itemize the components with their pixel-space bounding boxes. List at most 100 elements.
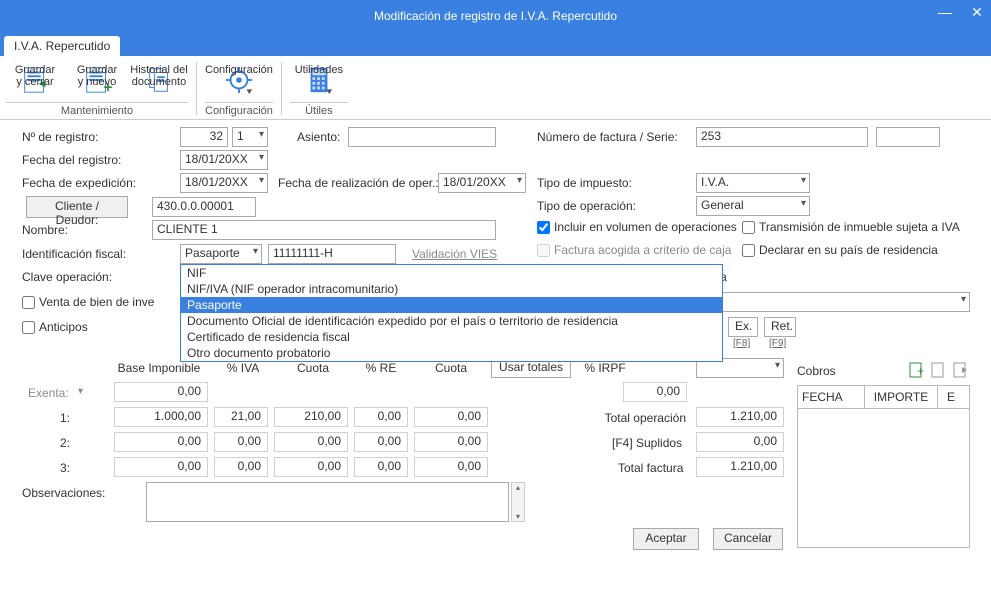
historial-label: Historial del documento xyxy=(130,64,187,88)
frealizacion-input[interactable]: 18/01/20XX xyxy=(438,173,526,193)
ribbon-group-config: Configuración xyxy=(205,102,273,117)
totfactura-value: 1.210,00 xyxy=(696,457,784,477)
tab-strip: I.V.A. Repercutido xyxy=(0,32,991,56)
r3-cuota2[interactable]: 0,00 xyxy=(414,457,488,477)
configuracion-button[interactable]: Configuración xyxy=(210,60,268,100)
cancelar-button[interactable]: Cancelar xyxy=(713,528,783,550)
observaciones-input[interactable] xyxy=(146,482,509,522)
calc-ex-button[interactable]: Ex. xyxy=(728,317,758,337)
r1-cuota2[interactable]: 0,00 xyxy=(414,407,488,427)
dropdown-opt-pasaporte[interactable]: Pasaporte xyxy=(181,297,722,313)
cobros-col-fecha[interactable]: FECHA xyxy=(798,386,865,408)
anticipos-checkbox[interactable]: Anticipos xyxy=(22,320,88,334)
r1-re[interactable]: 0,00 xyxy=(354,407,408,427)
r3-iva[interactable]: 0,00 xyxy=(214,457,268,477)
totop-value: 1.210,00 xyxy=(696,407,784,427)
nregistro-selector[interactable]: 1 xyxy=(232,127,268,147)
cliente-input[interactable]: 430.0.0.00001 xyxy=(152,197,256,217)
tab-iva-repercutido[interactable]: I.V.A. Repercutido xyxy=(4,36,120,60)
venta-bien-inv-checkbox[interactable]: Venta de bien de inve xyxy=(22,295,154,309)
ribbon-group-utiles: Útiles xyxy=(290,102,348,117)
label-observaciones: Observaciones: xyxy=(22,486,105,500)
guardar-cerrar-button[interactable]: Guardar y cerrar xyxy=(6,60,64,100)
next-doc-icon[interactable] xyxy=(952,361,970,379)
dropdown-opt-nifiva[interactable]: NIF/IVA (NIF operador intracomunitario) xyxy=(181,281,722,297)
label-fregistro: Fecha del registro: xyxy=(22,153,121,167)
tipooperacion-select[interactable]: General xyxy=(696,196,810,216)
validacion-vies-link[interactable]: Validación VIES xyxy=(412,247,497,261)
transmision-inmueble-checkbox[interactable]: Transmisión de inmueble sujeta a IVA xyxy=(742,220,960,234)
idfiscal-num-input[interactable]: 11111111-H xyxy=(268,244,396,264)
col-piva: % IVA xyxy=(218,361,268,375)
ribbon: Guardar y cerrar + Guardar y nuevo Histo… xyxy=(0,56,991,120)
utilidades-label: Utilidades xyxy=(295,64,343,76)
utilidades-button[interactable]: Utilidades xyxy=(290,60,348,100)
label-fexpedicion: Fecha de expedición: xyxy=(22,176,136,190)
svg-text:+: + xyxy=(917,364,924,378)
label-asiento: Asiento: xyxy=(297,130,340,144)
observaciones-scrollbar[interactable]: ▴▾ xyxy=(511,482,525,522)
aceptar-button[interactable]: Aceptar xyxy=(633,528,699,550)
col-cuota2: Cuota xyxy=(416,361,486,375)
label-nregistro: Nº de registro: xyxy=(22,130,98,144)
incluir-volumen-checkbox[interactable]: Incluir en volumen de operaciones xyxy=(537,220,737,234)
r3-base[interactable]: 0,00 xyxy=(114,457,208,477)
close-button[interactable]: ✕ xyxy=(967,4,987,21)
r2-re[interactable]: 0,00 xyxy=(354,432,408,452)
guardar-nuevo-button[interactable]: + Guardar y nuevo xyxy=(68,60,126,100)
r2-cuota[interactable]: 0,00 xyxy=(274,432,348,452)
idfiscal-select[interactable]: Pasaporte xyxy=(180,244,262,264)
configuracion-label: Configuración xyxy=(205,64,273,76)
label-suplidos[interactable]: [F4] Suplidos xyxy=(612,436,682,450)
exenta-base[interactable]: 0,00 xyxy=(114,382,208,402)
tipoimpuesto-select[interactable]: I.V.A. xyxy=(696,173,810,193)
nregistro-input[interactable]: 32 xyxy=(180,127,228,147)
r1-cuota[interactable]: 210,00 xyxy=(274,407,348,427)
fexpedicion-input[interactable]: 18/01/20XX xyxy=(180,173,268,193)
exenta-chevron-icon[interactable]: ▾ xyxy=(78,386,83,397)
numfactura-input[interactable]: 253 xyxy=(696,127,868,147)
r2-base[interactable]: 0,00 xyxy=(114,432,208,452)
add-doc-icon[interactable]: + xyxy=(908,361,926,379)
title-bar: Modificación de registro de I.V.A. Reper… xyxy=(0,0,991,32)
label-cobros: Cobros xyxy=(797,364,836,378)
col-pirpf: % IRPF xyxy=(580,361,630,375)
suplidos-value[interactable]: 0,00 xyxy=(696,432,784,452)
label-nombre: Nombre: xyxy=(22,223,68,237)
nombre-input[interactable]: CLIENTE 1 xyxy=(152,220,496,240)
label-claveop: Clave operación: xyxy=(22,270,112,284)
r2-iva[interactable]: 0,00 xyxy=(214,432,268,452)
label-totfactura: Total factura xyxy=(618,461,683,475)
guardar-nuevo-label: Guardar y nuevo xyxy=(77,64,117,88)
minimize-button[interactable]: — xyxy=(935,4,955,21)
label-exenta: Exenta: xyxy=(28,386,69,400)
declarar-pais-checkbox[interactable]: Declarar en su país de residencia xyxy=(742,243,938,257)
col-pre: % RE xyxy=(356,361,406,375)
r1-base[interactable]: 1.000,00 xyxy=(114,407,208,427)
guardar-cerrar-label: Guardar y cerrar xyxy=(15,64,55,88)
col-base: Base Imponible xyxy=(114,361,204,375)
r1-iva[interactable]: 21,00 xyxy=(214,407,268,427)
idfiscal-dropdown[interactable]: NIF NIF/IVA (NIF operador intracomunitar… xyxy=(180,264,723,362)
dropdown-opt-otrodoc[interactable]: Otro documento probatorio xyxy=(181,345,722,361)
factura-criterio-caja-checkbox: Factura acogida a criterio de caja xyxy=(537,243,731,257)
calc-ret-button[interactable]: Ret. xyxy=(764,317,796,337)
r3-re[interactable]: 0,00 xyxy=(354,457,408,477)
cobros-col-importe[interactable]: IMPORTE xyxy=(865,386,938,408)
r2-cuota2[interactable]: 0,00 xyxy=(414,432,488,452)
dropdown-opt-docoficial[interactable]: Documento Oficial de identificación expe… xyxy=(181,313,722,329)
r3-cuota[interactable]: 0,00 xyxy=(274,457,348,477)
cobros-col-e[interactable]: E xyxy=(938,386,964,408)
label-numfactura: Número de factura / Serie: xyxy=(537,130,678,144)
dropdown-opt-nif[interactable]: NIF xyxy=(181,265,722,281)
row2-label: 2: xyxy=(60,436,70,450)
dropdown-opt-certres[interactable]: Certificado de residencia fiscal xyxy=(181,329,722,345)
calc-ret-sub: [F9] xyxy=(769,338,786,349)
irpf-value[interactable]: 0,00 xyxy=(623,382,687,402)
historial-button[interactable]: Historial del documento xyxy=(130,60,188,100)
fregistro-input[interactable]: 18/01/20XX xyxy=(180,150,268,170)
cliente-deudor-button[interactable]: Cliente / Deudor: xyxy=(26,196,128,218)
serie-input[interactable] xyxy=(876,127,940,147)
edit-doc-icon[interactable] xyxy=(930,361,948,379)
asiento-input[interactable] xyxy=(348,127,496,147)
